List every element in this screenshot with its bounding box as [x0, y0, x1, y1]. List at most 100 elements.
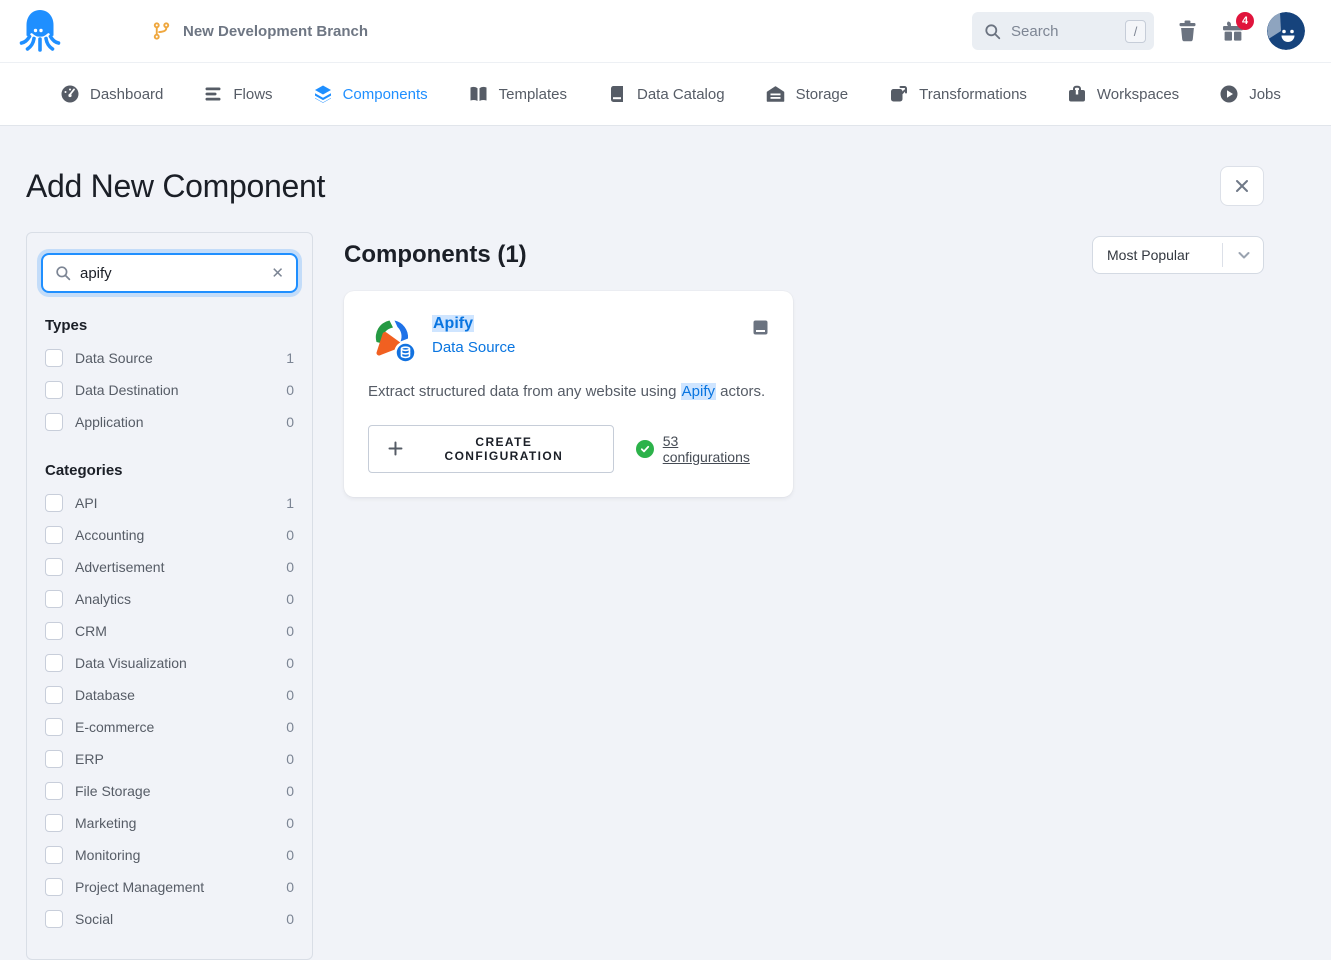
trash-button[interactable] [1176, 19, 1199, 43]
filter-checkbox[interactable] [45, 782, 63, 800]
filter-row[interactable]: Database 0 [39, 679, 300, 711]
clear-search-icon[interactable]: ✕ [271, 266, 284, 281]
filter-count: 0 [286, 382, 294, 398]
filter-checkbox[interactable] [45, 494, 63, 512]
filter-row[interactable]: Social 0 [39, 903, 300, 935]
filter-checkbox[interactable] [45, 622, 63, 640]
page-title: Add New Component [26, 168, 325, 205]
filter-row[interactable]: E-commerce 0 [39, 711, 300, 743]
filter-checkbox[interactable] [45, 718, 63, 736]
top-header: New Development Branch Search / [0, 0, 1331, 62]
user-avatar[interactable] [1267, 12, 1305, 50]
avatar-face-icon [1267, 12, 1305, 50]
filter-checkbox[interactable] [45, 750, 63, 768]
transformations-icon [888, 84, 909, 104]
global-search-placeholder: Search [1011, 23, 1115, 40]
search-icon [984, 23, 1001, 40]
filter-count: 0 [286, 783, 294, 799]
global-search-input[interactable]: Search / [972, 12, 1154, 50]
filter-checkbox[interactable] [45, 526, 63, 544]
filter-count: 0 [286, 751, 294, 767]
nav-item-flows[interactable]: Flows [203, 84, 272, 104]
nav-item-jobs[interactable]: Jobs [1219, 84, 1281, 104]
configurations-link-group[interactable]: 53 configurations [636, 433, 769, 465]
dropdown-divider [1222, 243, 1223, 267]
create-configuration-button[interactable]: CREATE CONFIGURATION [368, 425, 614, 473]
component-card-apify[interactable]: Apify Data Source Extract structured dat… [344, 291, 793, 497]
filter-checkbox[interactable] [45, 814, 63, 832]
workspaces-icon [1067, 84, 1087, 104]
filter-label: Monitoring [75, 847, 140, 863]
filter-count: 0 [286, 911, 294, 927]
filter-label: Data Destination [75, 382, 179, 398]
component-description: Extract structured data from any website… [368, 381, 769, 403]
whats-new-button[interactable]: 4 [1221, 19, 1245, 43]
filter-checkbox[interactable] [45, 558, 63, 576]
filter-row[interactable]: Data Visualization 0 [39, 647, 300, 679]
nav-label: Flows [233, 86, 272, 103]
filter-row[interactable]: Marketing 0 [39, 807, 300, 839]
filter-label: Analytics [75, 591, 131, 607]
documentation-icon[interactable] [752, 319, 769, 336]
filter-checkbox[interactable] [45, 654, 63, 672]
filter-count: 0 [286, 687, 294, 703]
filter-count: 0 [286, 847, 294, 863]
configurations-link[interactable]: 53 configurations [663, 433, 769, 465]
filter-checkbox[interactable] [45, 910, 63, 928]
filter-count: 0 [286, 879, 294, 895]
filter-checkbox[interactable] [45, 878, 63, 896]
filter-row[interactable]: Accounting 0 [39, 519, 300, 551]
filter-checkbox[interactable] [45, 846, 63, 864]
filter-row[interactable]: CRM 0 [39, 615, 300, 647]
nav-item-transformations[interactable]: Transformations [888, 84, 1027, 104]
filter-label: Advertisement [75, 559, 164, 575]
results-heading: Components (1) [344, 241, 527, 269]
filter-count: 0 [286, 414, 294, 430]
filter-count: 0 [286, 591, 294, 607]
templates-icon [468, 84, 489, 104]
filter-label: File Storage [75, 783, 150, 799]
trash-icon [1176, 19, 1199, 43]
filter-row[interactable]: API 1 [39, 487, 300, 519]
nav-item-dashboard[interactable]: Dashboard [60, 84, 163, 104]
filter-row[interactable]: Project Management 0 [39, 871, 300, 903]
nav-label: Transformations [919, 86, 1027, 103]
nav-item-templates[interactable]: Templates [468, 84, 567, 104]
create-configuration-label: CREATE CONFIGURATION [414, 435, 594, 463]
filter-checkbox[interactable] [45, 349, 63, 367]
filter-row[interactable]: Monitoring 0 [39, 839, 300, 871]
component-search-input[interactable]: apify ✕ [41, 253, 298, 293]
dashboard-icon [60, 84, 80, 104]
nav-item-components[interactable]: Components [313, 84, 428, 104]
success-check-icon [636, 440, 654, 458]
filter-row[interactable]: Data Destination 0 [39, 374, 300, 406]
nav-item-storage[interactable]: Storage [765, 84, 849, 104]
nav-item-data-catalog[interactable]: Data Catalog [607, 84, 725, 104]
sort-selected-value: Most Popular [1107, 247, 1210, 263]
filter-row[interactable]: File Storage 0 [39, 775, 300, 807]
filter-row[interactable]: Data Source 1 [39, 342, 300, 374]
nav-label: Jobs [1249, 86, 1281, 103]
close-button[interactable] [1220, 166, 1264, 206]
dev-branch-indicator[interactable]: New Development Branch [152, 21, 368, 41]
filter-row[interactable]: ERP 0 [39, 743, 300, 775]
description-text: actors. [716, 383, 765, 400]
filter-label: Accounting [75, 527, 144, 543]
filter-checkbox[interactable] [45, 381, 63, 399]
filter-label: Data Source [75, 350, 153, 366]
apify-logo [368, 315, 416, 363]
keboola-octopus-logo[interactable] [18, 7, 62, 55]
octopus-icon [19, 7, 61, 55]
nav-item-workspaces[interactable]: Workspaces [1067, 84, 1179, 104]
filter-checkbox[interactable] [45, 590, 63, 608]
sort-dropdown[interactable]: Most Popular [1092, 236, 1264, 274]
filter-row[interactable]: Analytics 0 [39, 583, 300, 615]
filter-row[interactable]: Advertisement 0 [39, 551, 300, 583]
filter-checkbox[interactable] [45, 413, 63, 431]
filter-row[interactable]: Application 0 [39, 406, 300, 438]
filter-label: Data Visualization [75, 655, 187, 671]
component-type-link[interactable]: Data Source [432, 339, 515, 356]
filter-checkbox[interactable] [45, 686, 63, 704]
component-name-link[interactable]: Apify [432, 315, 515, 333]
component-search-value: apify [80, 265, 262, 282]
